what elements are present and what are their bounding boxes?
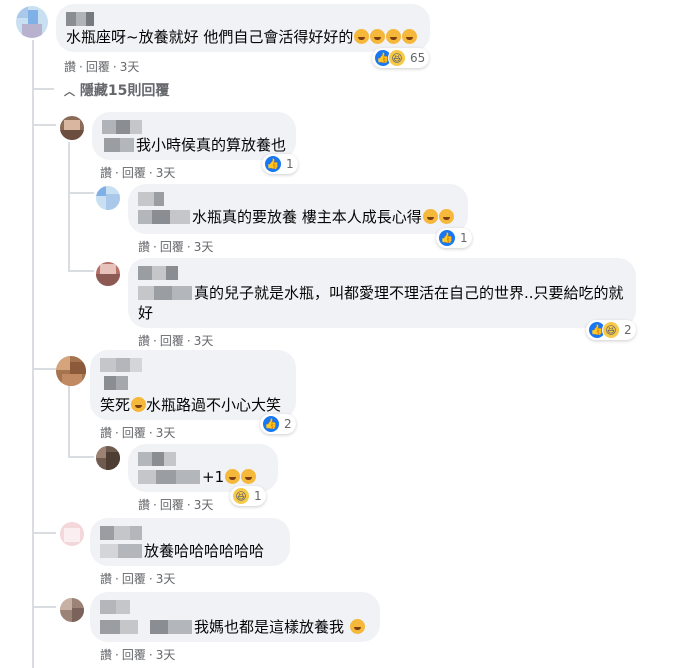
comment-text: 笑死 水瓶路過不小心大笑 (100, 396, 282, 414)
reaction-summary[interactable]: 👍 1 (436, 228, 472, 248)
reply-link[interactable]: 回覆 (122, 572, 146, 586)
reaction-summary[interactable]: 👍 😆 65 (372, 48, 430, 68)
thread-line-branch (32, 368, 56, 370)
comment-text: 我媽也都是這樣放養我 (194, 616, 365, 638)
comment-bubble: 放養哈哈哈哈哈哈 (90, 518, 290, 566)
comment-bubble: 真的兒子就是水瓶，叫都愛理不理活在自己的世界..只要給吃的就 好 (128, 258, 636, 328)
timestamp[interactable]: 3天 (156, 648, 176, 662)
reaction-count: 1 (254, 489, 262, 503)
comment-text: 我小時侯真的算放養也 (136, 136, 287, 154)
comment-text: 水瓶座呀~放養就好 他們自己會活得好好的 (66, 26, 418, 48)
reply-link[interactable]: 回覆 (122, 648, 146, 662)
timestamp[interactable]: 3天 (194, 240, 214, 254)
like-icon: 👍 (264, 155, 282, 173)
thread-line-branch (32, 124, 56, 126)
comment-text: +1 (202, 466, 257, 488)
like-link[interactable]: 讚 (138, 334, 150, 348)
haha-icon: 😆 (388, 49, 406, 67)
like-link[interactable]: 讚 (64, 60, 76, 74)
avatar[interactable] (96, 262, 120, 286)
timestamp[interactable]: 3天 (156, 426, 176, 440)
avatar[interactable] (16, 6, 48, 38)
comment-actions: 讚 · 回覆 · 3天 (138, 498, 214, 512)
timestamp[interactable]: 3天 (194, 334, 214, 348)
comment-bubble: 水瓶真的要放養 樓主本人成長心得 (128, 184, 468, 234)
comment-actions: 讚 · 回覆 · 3天 (100, 426, 176, 440)
avatar[interactable] (60, 522, 84, 546)
avatar[interactable] (56, 356, 86, 386)
avatar[interactable] (60, 598, 84, 622)
timestamp[interactable]: 3天 (156, 166, 176, 180)
timestamp[interactable]: 3天 (194, 498, 214, 512)
comment-actions: 讚 · 回覆 · 3天 (138, 334, 214, 348)
timestamp[interactable]: 3天 (156, 572, 176, 586)
haha-icon: 😆 (602, 321, 620, 339)
thread-line-branch (32, 532, 56, 534)
thread-line-branch (32, 606, 56, 608)
reaction-summary[interactable]: 👍 2 (260, 414, 296, 434)
comment-text: 真的兒子就是水瓶，叫都愛理不理活在自己的世界..只要給吃的就 (194, 284, 624, 302)
thread-line-branch (68, 192, 94, 194)
thread-line-branch (68, 456, 94, 458)
comment-bubble: 我小時侯真的算放養也 (92, 112, 296, 160)
like-link[interactable]: 讚 (138, 498, 150, 512)
reaction-count: 65 (410, 51, 426, 65)
thread-line-sub (68, 142, 70, 272)
like-link[interactable]: 讚 (138, 240, 150, 254)
reaction-summary[interactable]: 👍 😆 2 (586, 320, 636, 340)
reaction-count: 1 (286, 157, 294, 171)
reply-link[interactable]: 回覆 (160, 240, 184, 254)
reply-link[interactable]: 回覆 (160, 334, 184, 348)
comment-actions: 讚 · 回覆 · 3天 (64, 60, 140, 74)
comment-text: 水瓶真的要放養 樓主本人成長心得 (192, 206, 454, 228)
timestamp[interactable]: 3天 (120, 60, 140, 74)
avatar[interactable] (60, 116, 84, 140)
like-link[interactable]: 讚 (100, 166, 112, 180)
like-link[interactable]: 讚 (100, 572, 112, 586)
comment-text-line2: 好 (138, 304, 154, 322)
hide-replies-link[interactable]: ︿ 隱藏15則回覆 (64, 80, 169, 100)
thread-line-main (32, 40, 34, 668)
thread-line-branch (68, 270, 94, 272)
like-icon: 👍 (438, 229, 456, 247)
comment-actions: 讚 · 回覆 · 3天 (100, 166, 176, 180)
thread-line-branch (32, 88, 54, 90)
reaction-summary[interactable]: 😆 1 (230, 486, 266, 506)
comment-bubble: +1 (128, 444, 278, 492)
reaction-count: 2 (624, 323, 632, 337)
chevron-up-icon: ︿ (64, 85, 75, 98)
reply-link[interactable]: 回覆 (86, 60, 110, 74)
like-icon: 👍 (262, 415, 280, 433)
reaction-summary[interactable]: 👍 1 (262, 154, 298, 174)
comment-actions: 讚 · 回覆 · 3天 (138, 240, 214, 254)
thread-line-sub (68, 384, 70, 458)
comment-bubble: 我媽也都是這樣放養我 (90, 592, 380, 642)
comment-text: 放養哈哈哈哈哈哈 (144, 542, 265, 560)
comment-actions: 讚 · 回覆 · 3天 (100, 572, 176, 586)
like-link[interactable]: 讚 (100, 648, 112, 662)
avatar[interactable] (96, 186, 120, 210)
comment-actions: 讚 · 回覆 · 3天 (100, 648, 176, 662)
reaction-count: 2 (284, 417, 292, 431)
avatar[interactable] (96, 446, 120, 470)
haha-icon: 😆 (232, 487, 250, 505)
reply-link[interactable]: 回覆 (160, 498, 184, 512)
comment-bubble: 笑死 水瓶路過不小心大笑 (90, 350, 296, 420)
reaction-count: 1 (460, 231, 468, 245)
reply-link[interactable]: 回覆 (122, 426, 146, 440)
reply-link[interactable]: 回覆 (122, 166, 146, 180)
like-link[interactable]: 讚 (100, 426, 112, 440)
comment-bubble: 水瓶座呀~放養就好 他們自己會活得好好的 (56, 4, 430, 52)
